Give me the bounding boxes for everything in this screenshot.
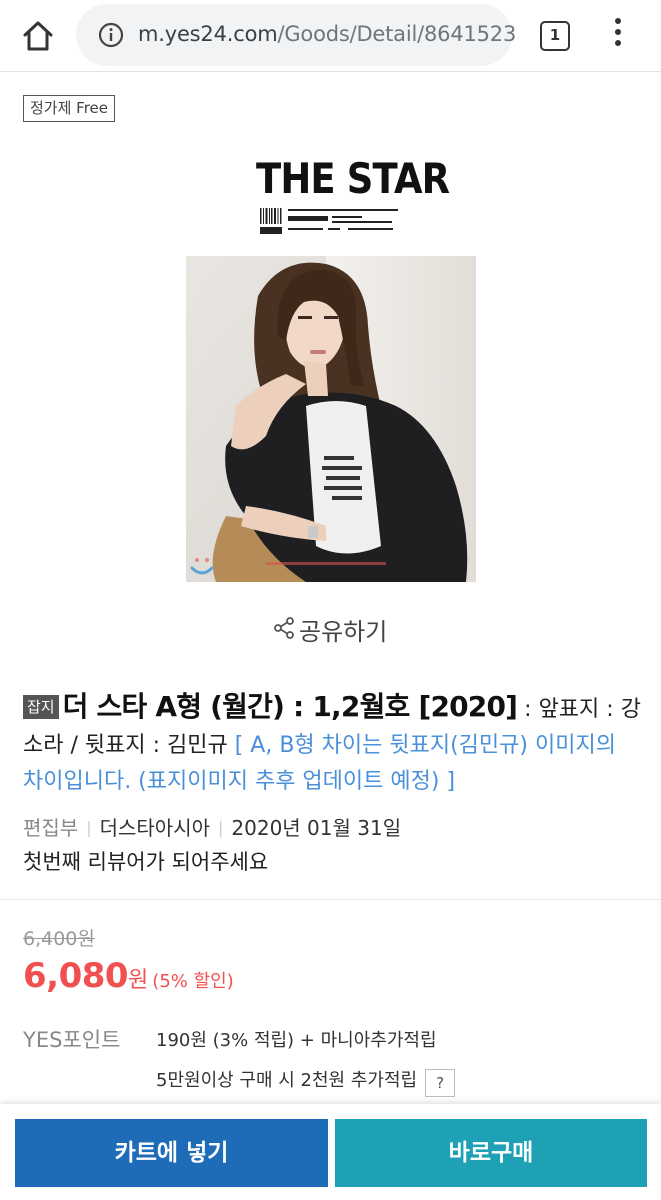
magazine-cover-meta bbox=[258, 206, 408, 238]
buy-now-button[interactable]: 바로구매 bbox=[335, 1119, 647, 1187]
yes-points-bonus-text: 5만원이상 구매 시 2천원 추가적립 bbox=[156, 1070, 418, 1091]
original-price: 6,400원 bbox=[23, 928, 95, 950]
info-icon[interactable] bbox=[98, 22, 124, 48]
product-cover-image[interactable]: THE STAR bbox=[186, 140, 476, 582]
bottom-action-bar: 카트에 넣기 바로구매 bbox=[0, 1104, 661, 1200]
sale-price-number: 6,080 bbox=[23, 956, 129, 996]
url-text[interactable]: m.yes24.com/Goods/Detail/8641523 bbox=[138, 22, 516, 46]
author-link[interactable]: 편집부 bbox=[23, 816, 78, 840]
product-title-block: 잡지 더 스타 A형 (월간) : 1,2월호 [2020] : 앞표지 : 강소… bbox=[23, 689, 643, 800]
url-host: m.yes24.com bbox=[138, 22, 278, 46]
yes-points-bonus: 5만원이상 구매 시 2천원 추가적립? bbox=[156, 1066, 456, 1097]
yes-points-value: 190원 (3% 적립) + 마니아추가적립 bbox=[156, 1030, 437, 1051]
review-prompt-link[interactable]: 첫번째 리뷰어가 되어주세요 bbox=[23, 846, 268, 876]
meta-separator: | bbox=[86, 818, 92, 837]
section-divider bbox=[0, 899, 661, 900]
publisher-link[interactable]: 더스타아시아 bbox=[100, 816, 210, 840]
meta-separator: | bbox=[218, 818, 224, 837]
more-menu-icon[interactable] bbox=[606, 18, 630, 54]
add-to-cart-button[interactable]: 카트에 넣기 bbox=[15, 1119, 328, 1187]
product-meta: 편집부 | 더스타아시아 | 2020년 01월 31일 bbox=[23, 812, 401, 841]
fixed-price-free-badge: 정가제 Free bbox=[23, 95, 115, 122]
share-icon bbox=[272, 616, 296, 640]
sale-price: 6,080원 (5% 할인) bbox=[23, 956, 234, 996]
category-badge: 잡지 bbox=[23, 695, 59, 719]
yes-points-label: YES포인트 bbox=[23, 1028, 121, 1052]
tab-switcher-button[interactable]: 1 bbox=[540, 21, 570, 51]
browser-toolbar: m.yes24.com/Goods/Detail/8641523 1 bbox=[0, 0, 661, 72]
share-label: 공유하기 bbox=[299, 618, 388, 646]
home-icon[interactable] bbox=[18, 16, 58, 56]
sale-price-unit: 원 bbox=[128, 968, 149, 993]
cover-photo bbox=[186, 256, 476, 582]
url-path: /Goods/Detail/8641523 bbox=[277, 22, 517, 46]
address-bar[interactable]: m.yes24.com/Goods/Detail/8641523 bbox=[76, 4, 516, 66]
publish-date: 2020년 01월 31일 bbox=[231, 816, 402, 840]
product-title: 더 스타 A형 (월간) : 1,2월호 [2020] bbox=[62, 690, 518, 723]
points-help-button[interactable]: ? bbox=[425, 1069, 456, 1097]
magazine-title: THE STAR bbox=[256, 154, 450, 203]
discount-rate: (5% 할인) bbox=[152, 971, 234, 992]
